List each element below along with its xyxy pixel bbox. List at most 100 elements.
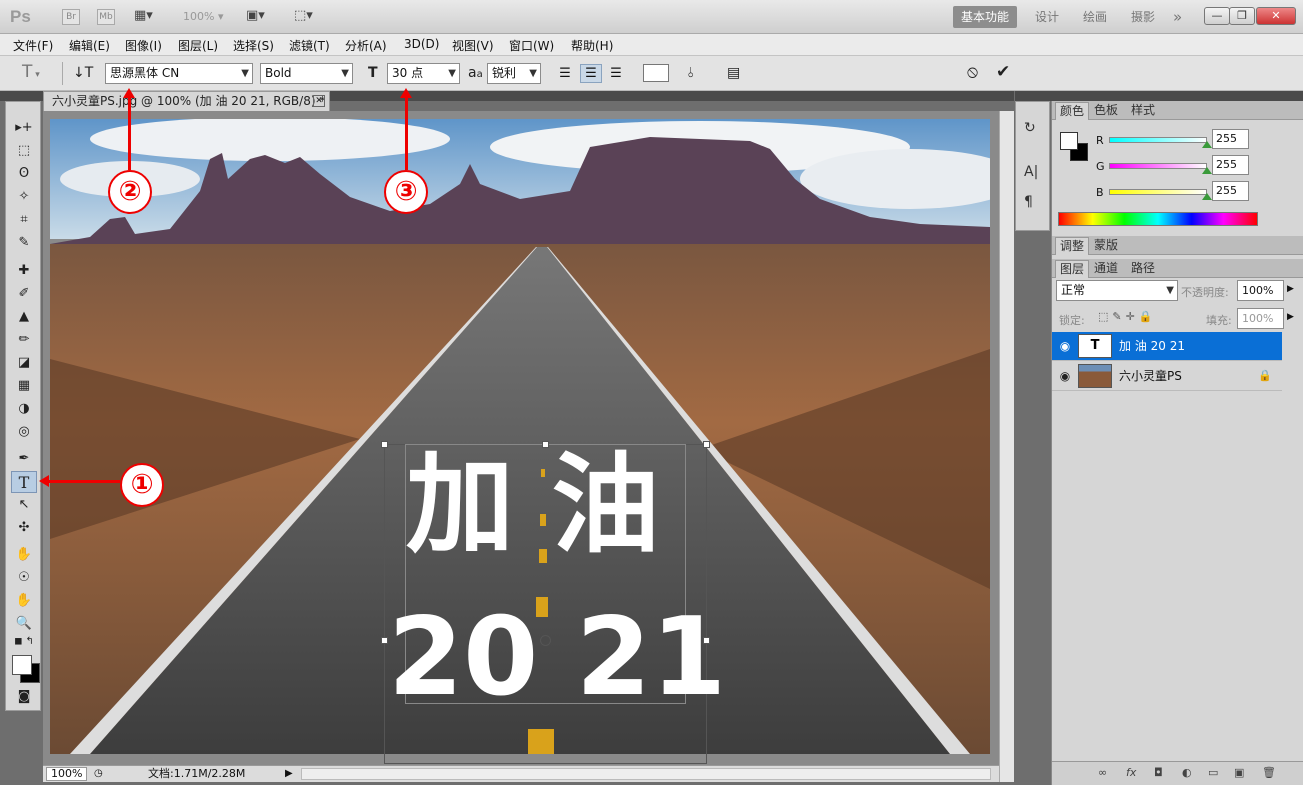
tab-color[interactable]: 颜色 bbox=[1055, 102, 1090, 120]
history-brush-tool-icon[interactable]: ✏ bbox=[11, 329, 37, 351]
add-mask-icon[interactable]: ◘ bbox=[1154, 766, 1163, 779]
delete-layer-icon[interactable]: 🗑 bbox=[1262, 766, 1276, 779]
healing-brush-tool-icon[interactable]: ✚ bbox=[11, 260, 37, 282]
font-size-select[interactable]: 30 点 ▼ bbox=[387, 63, 460, 84]
red-slider-knob[interactable] bbox=[1202, 141, 1212, 148]
quick-selection-tool-icon[interactable]: ✧ bbox=[11, 186, 37, 208]
path-selection-tool-icon[interactable]: ↖ bbox=[11, 494, 37, 516]
lock-icons[interactable]: ⬚✎✛🔒 bbox=[1098, 310, 1157, 323]
minimize-button[interactable]: — bbox=[1204, 7, 1230, 25]
tab-masks[interactable]: 蒙版 bbox=[1090, 237, 1122, 255]
tab-styles[interactable]: 样式 bbox=[1127, 102, 1159, 120]
move-tool-icon[interactable]: ▸+ bbox=[11, 117, 37, 139]
toggle-text-orientation-icon[interactable]: ↓T bbox=[73, 65, 93, 81]
layer-row-background[interactable]: ◉ 六小灵童PS 🔒 bbox=[1052, 362, 1282, 391]
font-style-select[interactable]: Bold ▼ bbox=[260, 63, 353, 84]
dodge-tool-icon[interactable]: ◎ bbox=[11, 421, 37, 443]
close-document-icon[interactable]: ✕ bbox=[313, 95, 325, 107]
align-left-button[interactable]: ☰ bbox=[554, 64, 576, 83]
menu-analysis[interactable]: 分析(A) bbox=[345, 37, 387, 54]
arrange-documents-icon[interactable]: ▣▾ bbox=[246, 8, 265, 23]
lasso-tool-icon[interactable]: ʘ bbox=[11, 163, 37, 185]
3d-rotate-tool-icon[interactable]: ✋ bbox=[11, 544, 37, 566]
blue-slider[interactable] bbox=[1109, 189, 1207, 195]
swap-colors-icon[interactable]: ◼ ↰ bbox=[11, 635, 37, 649]
adjustment-layer-icon[interactable]: ◐ bbox=[1182, 766, 1192, 779]
view-extras-icon[interactable]: ▦▾ bbox=[134, 8, 153, 23]
menu-file[interactable]: 文件(F) bbox=[13, 37, 53, 54]
align-right-button[interactable]: ☰ bbox=[605, 64, 627, 83]
menu-select[interactable]: 选择(S) bbox=[233, 37, 274, 54]
menu-help[interactable]: 帮助(H) bbox=[571, 37, 613, 54]
blue-slider-knob[interactable] bbox=[1202, 193, 1212, 200]
workspace-photography[interactable]: 摄影 bbox=[1131, 6, 1155, 28]
type-tool-icon[interactable]: T bbox=[11, 471, 37, 493]
paragraph-panel-icon[interactable]: ¶ bbox=[1024, 194, 1033, 210]
tab-swatches[interactable]: 色板 bbox=[1090, 102, 1122, 120]
color-spectrum-ramp[interactable] bbox=[1058, 212, 1258, 226]
zoom-field[interactable]: 100% bbox=[46, 767, 87, 781]
font-family-select[interactable]: 思源黑体 CN ▼ bbox=[105, 63, 253, 84]
tab-paths[interactable]: 路径 bbox=[1127, 260, 1159, 278]
green-slider[interactable] bbox=[1109, 163, 1207, 169]
transform-handle[interactable] bbox=[381, 637, 388, 644]
character-panel-icon[interactable]: A| bbox=[1024, 164, 1038, 180]
layer-row-text[interactable]: ◉ T 加 油 20 21 bbox=[1052, 332, 1282, 361]
menu-image[interactable]: 图像(I) bbox=[125, 37, 162, 54]
visibility-eye-icon[interactable]: ◉ bbox=[1056, 362, 1074, 390]
transform-handle[interactable] bbox=[381, 441, 388, 448]
restore-button[interactable]: ❐ bbox=[1229, 7, 1255, 25]
quick-mask-icon[interactable]: ◙ bbox=[11, 686, 37, 708]
link-layers-icon[interactable]: ∞ bbox=[1098, 766, 1107, 779]
new-layer-icon[interactable]: ▣ bbox=[1234, 766, 1244, 779]
marquee-tool-icon[interactable]: ⬚ bbox=[11, 140, 37, 162]
hand-tool-icon[interactable]: ✋ bbox=[11, 590, 37, 612]
shape-tool-icon[interactable]: ✣ bbox=[11, 517, 37, 539]
gradient-tool-icon[interactable]: ▦ bbox=[11, 375, 37, 397]
brush-tool-icon[interactable]: ✐ bbox=[11, 283, 37, 305]
menu-layer[interactable]: 图层(L) bbox=[178, 37, 218, 54]
visibility-eye-icon[interactable]: ◉ bbox=[1056, 332, 1074, 360]
red-value-field[interactable]: 255 bbox=[1212, 129, 1249, 149]
tab-channels[interactable]: 通道 bbox=[1090, 260, 1122, 278]
pen-tool-icon[interactable]: ✒ bbox=[11, 448, 37, 470]
tab-layers[interactable]: 图层 bbox=[1055, 260, 1090, 278]
status-arrow-icon[interactable]: ▶ bbox=[285, 766, 293, 782]
fill-field[interactable]: 100% bbox=[1237, 308, 1284, 329]
tab-adjustments[interactable]: 调整 bbox=[1055, 237, 1090, 255]
fill-arrow-icon[interactable]: ▶ bbox=[1287, 312, 1294, 322]
more-workspaces-icon[interactable]: » bbox=[1173, 6, 1182, 28]
vertical-scrollbar[interactable] bbox=[999, 111, 1014, 782]
zoom-level-select[interactable]: 100% ▾ bbox=[183, 10, 223, 23]
panel-foreground-swatch[interactable] bbox=[1060, 132, 1078, 150]
bridge-button[interactable]: Br bbox=[62, 9, 80, 25]
text-color-swatch[interactable] bbox=[643, 64, 669, 82]
blue-value-field[interactable]: 255 bbox=[1212, 181, 1249, 201]
anti-alias-select[interactable]: 锐利 ▼ bbox=[487, 63, 541, 84]
menu-filter[interactable]: 滤镜(T) bbox=[289, 37, 330, 54]
eraser-tool-icon[interactable]: ◪ bbox=[11, 352, 37, 374]
commit-edits-icon[interactable]: ✔ bbox=[996, 62, 1010, 82]
horizontal-scrollbar[interactable] bbox=[301, 768, 991, 780]
clone-stamp-tool-icon[interactable]: ▲ bbox=[11, 306, 37, 328]
menu-3d[interactable]: 3D(D) bbox=[404, 37, 439, 51]
menu-window[interactable]: 窗口(W) bbox=[509, 37, 554, 54]
workspace-essentials[interactable]: 基本功能 bbox=[953, 6, 1018, 28]
layer-style-icon[interactable]: fx bbox=[1126, 766, 1136, 779]
screen-mode-icon[interactable]: ⬚▾ bbox=[294, 8, 313, 23]
mini-bridge-button[interactable]: Mb bbox=[97, 9, 115, 25]
workspace-design[interactable]: 设计 bbox=[1035, 6, 1059, 28]
blur-tool-icon[interactable]: ◑ bbox=[11, 398, 37, 420]
document-tab[interactable]: 六小灵童PS.jpg @ 100% (加 油 20 21, RGB/8) * ✕ bbox=[43, 91, 330, 111]
blend-mode-select[interactable]: 正常 ▼ bbox=[1056, 280, 1178, 301]
warp-text-icon[interactable]: ⫰ bbox=[688, 65, 694, 81]
new-group-icon[interactable]: ▭ bbox=[1208, 766, 1218, 779]
character-panel-icon[interactable]: ▤ bbox=[727, 65, 740, 81]
zoom-tool-icon[interactable]: 🔍 bbox=[11, 613, 37, 635]
menu-view[interactable]: 视图(V) bbox=[452, 37, 494, 54]
align-center-button[interactable]: ☰ bbox=[580, 64, 602, 83]
status-menu-icon[interactable]: ◷ bbox=[94, 766, 103, 782]
green-slider-knob[interactable] bbox=[1202, 167, 1212, 174]
cancel-edits-icon[interactable]: ⦸ bbox=[967, 62, 978, 82]
opacity-arrow-icon[interactable]: ▶ bbox=[1287, 284, 1294, 294]
